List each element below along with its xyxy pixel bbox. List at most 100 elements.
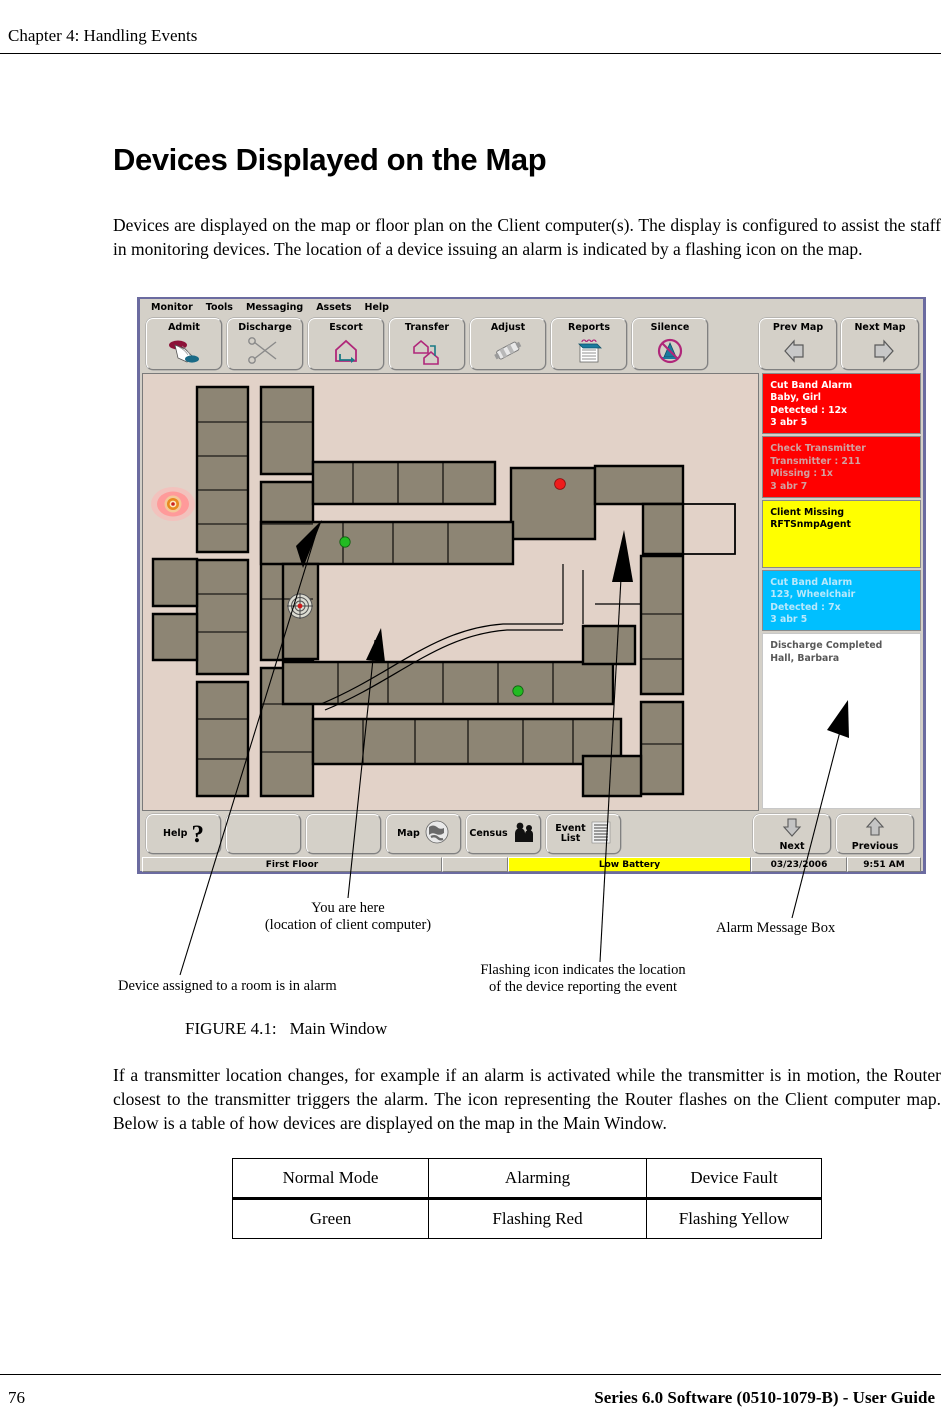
figure-main-window: Monitor Tools Messaging Assets Help Admi…	[137, 297, 926, 874]
alarm-line: Check Transmitter	[770, 443, 866, 455]
mute-bell-icon	[633, 333, 707, 369]
intro-paragraph: Devices are displayed on the map or floo…	[113, 215, 941, 260]
alarm-line: Transmitter : 211	[770, 455, 861, 467]
alarm-line: 3 abr 5	[770, 613, 808, 625]
device-display-table: Normal Mode Alarming Device Fault Green …	[232, 1158, 822, 1239]
previous-button-label: Previous	[851, 841, 899, 852]
table-cell: Flashing Yellow	[646, 1198, 822, 1239]
main-content-row: Cut Band Alarm Baby, Girl Detected : 12x…	[140, 373, 923, 811]
prev-map-button-label: Prev Map	[772, 322, 824, 333]
discharge-button-label: Discharge	[238, 322, 292, 333]
arrow-down-icon	[781, 817, 803, 842]
top-toolbar: Admit Discharge Escort Transfer Adjust R…	[140, 316, 923, 373]
census-button[interactable]: Census	[466, 814, 541, 854]
page-footer: 76 Series 6.0 Software (0510-1079-B) - U…	[0, 1388, 941, 1408]
application-window: Monitor Tools Messaging Assets Help Admi…	[137, 297, 926, 874]
toolbar-slot-empty-2[interactable]	[306, 814, 381, 854]
callout-flashing-icon-line1: Flashing icon indicates the location	[480, 962, 686, 978]
menu-item-assets[interactable]: Assets	[316, 302, 351, 313]
escort-button[interactable]: Escort	[308, 318, 384, 370]
alarm-line: 123, Wheelchair	[770, 589, 856, 601]
arrow-right-icon	[842, 333, 918, 369]
figure-caption-text: Main Window	[289, 1019, 388, 1038]
event-list-button[interactable]: Event List	[546, 814, 621, 854]
alarm-item[interactable]: Discharge Completed Hall, Barbara	[762, 633, 921, 809]
alarm-line: Hall, Barbara	[770, 652, 840, 664]
page-number: 76	[8, 1388, 25, 1407]
globe-icon	[424, 819, 450, 850]
transfer-button-label: Transfer	[404, 322, 450, 333]
figure-caption: FIGURE 4.1: Main Window	[185, 1019, 387, 1039]
status-spacer	[442, 857, 508, 872]
status-bar: First Floor Low Battery 03/23/2006 9:51 …	[142, 857, 921, 872]
silence-button-label: Silence	[650, 322, 690, 333]
table-header-cell: Alarming	[428, 1158, 647, 1200]
map-device-alarming-red	[554, 478, 566, 490]
figure-caption-number: FIGURE 4.1:	[185, 1019, 277, 1038]
hand-admit-icon	[147, 333, 221, 369]
reports-button[interactable]: Reports	[551, 318, 627, 370]
alarm-line: RFTSnmpAgent	[770, 519, 851, 531]
bottom-toolbar: Help ? Map Census Event List Next Previo…	[140, 811, 923, 857]
menu-item-help[interactable]: Help	[365, 302, 389, 313]
question-mark-icon: ?	[191, 820, 204, 848]
escort-button-label: Escort	[329, 322, 363, 333]
prev-map-button[interactable]: Prev Map	[759, 318, 837, 370]
alarm-line: Client Missing	[770, 506, 845, 518]
alarm-line: Cut Band Alarm	[770, 576, 853, 588]
adjust-button[interactable]: Adjust	[470, 318, 546, 370]
next-map-button[interactable]: Next Map	[841, 318, 919, 370]
status-floor: First Floor	[142, 857, 442, 872]
wrench-band-icon	[471, 333, 545, 369]
callout-flashing-icon: Flashing icon indicates the location of …	[464, 962, 702, 997]
map-button[interactable]: Map	[386, 814, 461, 854]
router-paragraph: If a transmitter location changes, for e…	[113, 1065, 941, 1134]
menu-item-tools[interactable]: Tools	[206, 302, 233, 313]
alarm-line: Missing : 1x	[770, 468, 833, 480]
adjust-button-label: Adjust	[490, 322, 526, 333]
toolbar-slot-empty-1[interactable]	[226, 814, 301, 854]
callout-alarm-message-box-line1: Alarm Message Box	[716, 920, 836, 936]
record-navigation-group: Next Previous	[753, 814, 919, 854]
help-button[interactable]: Help ?	[146, 814, 221, 854]
floor-plan-map[interactable]	[142, 373, 760, 811]
next-button[interactable]: Next	[753, 814, 831, 854]
callout-alarm-message-box: Alarm Message Box	[716, 920, 835, 937]
menu-item-monitor[interactable]: Monitor	[151, 302, 193, 313]
alarm-item[interactable]: Cut Band Alarm Baby, Girl Detected : 12x…	[762, 373, 921, 435]
map-device-normal-2	[512, 685, 524, 697]
alarm-line: Baby, Girl	[770, 392, 821, 404]
alarm-message-box-panel: Cut Band Alarm Baby, Girl Detected : 12x…	[762, 373, 921, 811]
scissors-icon	[228, 333, 302, 369]
callout-device-in-alarm-line1: Device assigned to a room is in alarm	[118, 978, 337, 994]
table-header-row: Normal Mode Alarming Device Fault	[232, 1158, 822, 1200]
alarm-item[interactable]: Check Transmitter Transmitter : 211 Miss…	[762, 436, 921, 498]
arrow-left-icon	[760, 333, 836, 369]
table-header-cell: Normal Mode	[232, 1158, 429, 1200]
table-cell: Green	[232, 1198, 429, 1239]
census-button-label: Census	[469, 828, 508, 840]
alarm-item[interactable]: Client Missing RFTSnmpAgent	[762, 499, 921, 568]
event-list-button-label: Event List	[555, 823, 586, 844]
alarm-item[interactable]: Cut Band Alarm 123, Wheelchair Detected …	[762, 569, 921, 632]
admit-button-label: Admit	[168, 322, 200, 333]
status-date: 03/23/2006	[751, 857, 847, 872]
callout-you-are-here-line1: You are here	[311, 900, 385, 916]
admit-button[interactable]: Admit	[146, 318, 222, 370]
alarm-line: Discharge Completed	[770, 640, 883, 652]
status-message: Low Battery	[508, 857, 751, 872]
map-button-label: Map	[397, 828, 420, 840]
menu-bar: Monitor Tools Messaging Assets Help	[140, 299, 923, 316]
previous-button[interactable]: Previous	[836, 814, 914, 854]
alarm-line: Detected : 7x	[770, 601, 841, 613]
menu-item-messaging[interactable]: Messaging	[246, 302, 303, 313]
reports-button-label: Reports	[568, 322, 610, 333]
silence-button[interactable]: Silence	[632, 318, 708, 370]
discharge-button[interactable]: Discharge	[227, 318, 303, 370]
transfer-button[interactable]: Transfer	[389, 318, 465, 370]
alarm-line: 3 abr 7	[770, 480, 808, 492]
next-map-button-label: Next Map	[854, 322, 906, 333]
arrow-up-icon	[864, 817, 886, 842]
table-row: Green Flashing Red Flashing Yellow	[232, 1198, 822, 1239]
page-title: Devices Displayed on the Map	[113, 142, 547, 177]
